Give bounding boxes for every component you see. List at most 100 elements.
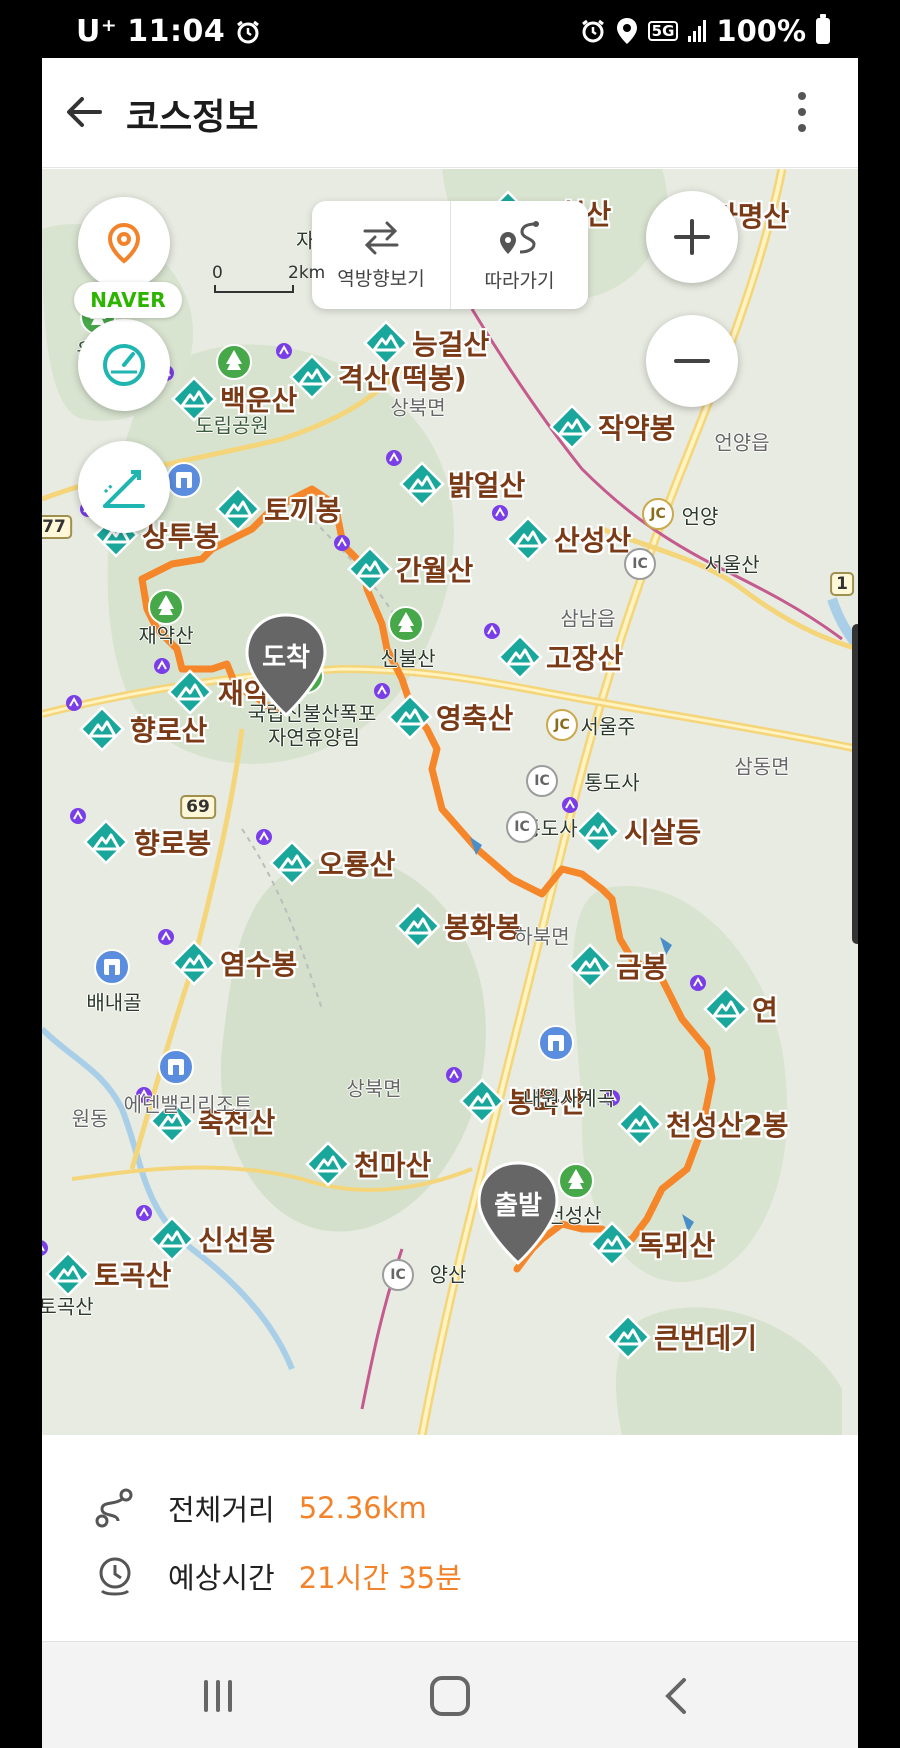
speedometer-button[interactable] (78, 319, 170, 411)
mountain-label: 봉화봉 (444, 911, 522, 944)
time-label: 예상시간 (168, 1561, 275, 1595)
app-header: 코스정보 (42, 58, 858, 168)
route-toggle-panel: 역방향보기 따라가기 (312, 201, 588, 309)
mountain-marker-icon[interactable] (562, 797, 621, 854)
status-right: 5G 100% (580, 14, 830, 48)
place-label: 신불산 (380, 646, 436, 671)
follow-route-button[interactable]: 따라가기 (450, 201, 588, 309)
mountain-marker-icon[interactable] (70, 808, 129, 865)
minus-icon (674, 359, 710, 363)
facility-icon (156, 1047, 196, 1087)
mountain-label: 고장산 (546, 642, 624, 675)
mountain-marker-icon[interactable] (690, 975, 749, 1032)
mountain-label: 독뫼산 (638, 1229, 716, 1262)
road-number-badge: 1 (830, 572, 854, 596)
battery-percent: 100% (716, 14, 806, 48)
place-label: 통도사 (584, 770, 640, 795)
more-options-button[interactable] (790, 88, 814, 136)
mountain-marker-icon[interactable] (158, 929, 217, 986)
mountain-marker-icon[interactable] (334, 535, 393, 592)
mountain-marker-icon[interactable] (484, 623, 543, 680)
scale-zero: 0 (212, 263, 223, 283)
carrier-label: U⁺ (76, 14, 118, 49)
place-label: 원동 (71, 1106, 109, 1131)
mountain-marker-icon[interactable] (386, 450, 445, 507)
mountain-label: 오룡산 (318, 848, 396, 881)
place-label: 언양 (681, 504, 719, 529)
mountain-label: 토곡산 (94, 1259, 172, 1292)
clock: 11:04 (127, 14, 226, 49)
mountain-label: 시살등 (624, 816, 702, 849)
mountain-label: 천성산2봉 (666, 1109, 789, 1142)
more-dot-icon (798, 108, 806, 116)
interchange-badge-icon: IC (624, 548, 656, 580)
mountain-marker-icon[interactable] (66, 695, 125, 752)
mountain-marker-icon[interactable] (305, 1141, 351, 1187)
page-title: 코스정보 (126, 97, 259, 138)
location-pin-icon (107, 222, 141, 264)
place-label: 내원사계곡 (523, 1086, 615, 1111)
mountain-label: 염수봉 (220, 948, 298, 981)
facility-icon (92, 947, 132, 987)
place-label: 배내골 (86, 990, 142, 1015)
elevation-button[interactable] (78, 441, 170, 533)
interchange-badge-icon: JC (546, 709, 578, 741)
mountain-marker-icon[interactable] (363, 320, 409, 366)
zoom-in-button[interactable] (646, 191, 738, 283)
system-nav-bar (42, 1641, 858, 1748)
alarm-icon (237, 20, 260, 43)
place-label: 언양읍 (714, 430, 770, 455)
mountain-marker-icon[interactable] (256, 829, 315, 886)
network-type: 5G (647, 21, 679, 41)
mountain-marker-icon[interactable] (395, 903, 441, 949)
interchange-badge-icon: JC (642, 498, 674, 530)
home-button[interactable] (420, 1666, 480, 1726)
scale-label: 2km (288, 263, 326, 283)
elevation-icon (103, 470, 145, 508)
mountain-marker-icon[interactable] (549, 404, 595, 450)
back-button[interactable] (60, 88, 108, 136)
mountain-label: 금봉 (616, 951, 668, 984)
mountain-marker-icon[interactable] (492, 505, 551, 562)
home-icon (430, 1676, 470, 1716)
mountain-marker-icon[interactable] (604, 1090, 663, 1147)
route-distance-icon (95, 1488, 133, 1528)
mountain-marker-icon[interactable] (374, 683, 433, 740)
back-nav-button[interactable] (648, 1666, 708, 1726)
mountain-marker-icon[interactable] (605, 1314, 651, 1360)
mountain-marker-icon[interactable] (276, 343, 335, 400)
side-panel-handle[interactable] (852, 624, 858, 944)
interchange-badge-icon: IC (382, 1259, 414, 1291)
recent-apps-icon (204, 1680, 232, 1712)
place-label: 양산 (429, 1262, 467, 1287)
status-bar: U⁺ 11:04 5G 100% (0, 0, 900, 58)
mountain-label: 연 (752, 994, 778, 1027)
facility-icon (536, 1023, 576, 1063)
time-row: 예상시간 21시간 35분 (92, 1551, 462, 1601)
recent-apps-button[interactable] (188, 1666, 248, 1726)
follow-route-icon (499, 220, 539, 254)
mountain-marker-icon[interactable] (446, 1067, 505, 1124)
place-label: 상북면 (346, 1076, 402, 1101)
location-icon (616, 18, 637, 44)
end-pin-label: 도착 (262, 643, 310, 673)
scale-bar (214, 285, 294, 293)
end-pin[interactable]: 도착 (241, 611, 331, 721)
place-label: 서울주 (580, 714, 636, 739)
mountain-label: 천마산 (354, 1149, 432, 1182)
map-view[interactable]: 백운산 격산(떡봉) 작약봉 밝얼산 토끼봉 상투봉 산성산 간월산 고장산 재약봉 영축산 향로산 향… (42, 169, 858, 1435)
place-label: 상북면 (390, 395, 446, 420)
park-icon (214, 342, 254, 382)
signal-icon (688, 20, 707, 42)
app-window: 코스정보 백운산 격산(떡봉) 작약봉 밝얼산 토끼봉 상투봉 산성산 간월산 … (42, 58, 858, 1748)
reverse-direction-button[interactable]: 역방향보기 (312, 201, 450, 309)
mountain-label: 작약봉 (598, 412, 676, 445)
place-label: 도립공원 (195, 413, 269, 438)
mountain-marker-icon[interactable] (215, 486, 261, 532)
mountain-marker-icon[interactable] (567, 943, 613, 989)
location-button[interactable] (78, 197, 170, 289)
place-label: 토곡산 (42, 1294, 94, 1319)
start-pin[interactable]: 출발 (473, 1159, 563, 1269)
distance-row: 전체거리 52.36km (92, 1483, 427, 1533)
zoom-out-button[interactable] (646, 315, 738, 407)
